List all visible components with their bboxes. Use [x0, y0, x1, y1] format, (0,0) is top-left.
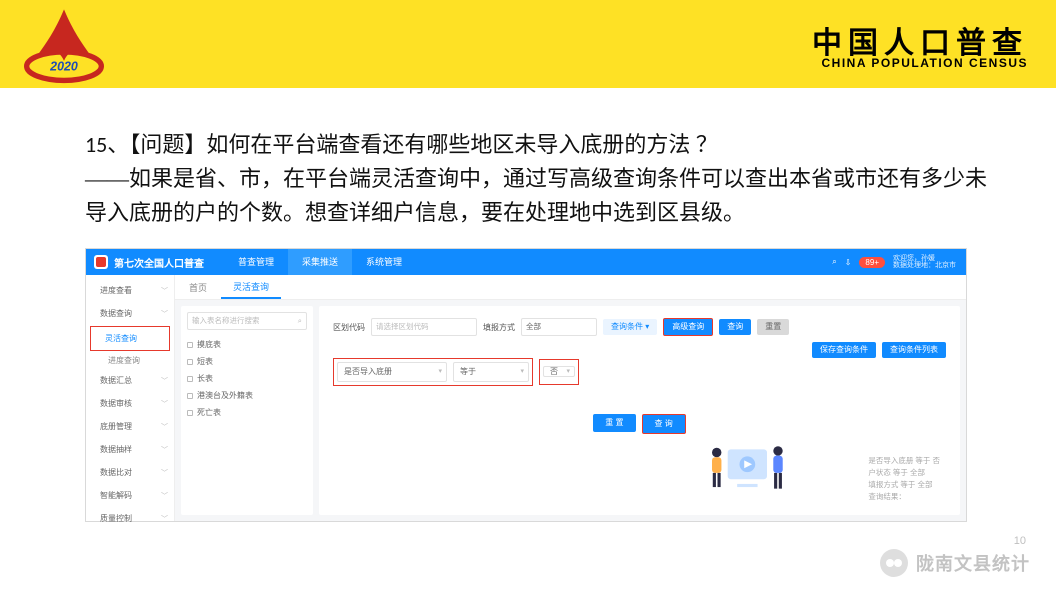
- chevron-down-icon: ﹀: [161, 309, 168, 319]
- label-area-code: 区划代码: [333, 322, 365, 333]
- notification-badge[interactable]: 89+: [859, 257, 885, 268]
- logo-year: 2020: [49, 60, 78, 74]
- summary-line-4: 查询结果：: [868, 491, 940, 503]
- crumb-home[interactable]: 首页: [175, 281, 221, 294]
- nav-data-query[interactable]: 数据查询﹀: [86, 302, 174, 325]
- tree-item[interactable]: 摸底表: [187, 336, 307, 353]
- tree-item[interactable]: 长表: [187, 370, 307, 387]
- table-tree: 输入表名称进行搜索 摸底表 短表 长表 港澳台及外籍表 死亡表: [181, 306, 313, 515]
- watermark: 陇南文县统计: [880, 549, 1030, 577]
- nav-progress-query[interactable]: 进度查询: [86, 352, 174, 369]
- user-location: 数据处理地：北京市: [893, 262, 956, 270]
- btn-query-cond[interactable]: 查询条件 ▾: [603, 319, 657, 335]
- label-fill-mode: 填报方式: [483, 322, 515, 333]
- left-nav: 进度查看﹀ 数据查询﹀ 灵活查询 进度查询 数据汇总﹀ 数据审核﹀ 底册管理﹀ …: [86, 275, 175, 521]
- question-tag: 【问题】: [129, 132, 206, 157]
- btn-reset[interactable]: 重置: [757, 319, 789, 335]
- nav-data-sample[interactable]: 数据抽样﹀: [86, 438, 174, 461]
- census-logo: 2020: [18, 4, 110, 84]
- select-value[interactable]: 否: [543, 366, 575, 377]
- tree-search-input[interactable]: 输入表名称进行搜索: [187, 312, 307, 330]
- chevron-down-icon: ﹀: [161, 514, 168, 524]
- app-screenshot: 第七次全国人口普查 普查管理 采集推送 系统管理 ⌕ ⇩ 89+ 欢迎您，孙媛 …: [85, 248, 967, 522]
- tree-item[interactable]: 短表: [187, 353, 307, 370]
- btn-query-2[interactable]: 查 询: [642, 414, 686, 434]
- question-number: 15、: [85, 131, 129, 158]
- select-operator[interactable]: 等于: [453, 362, 529, 382]
- chevron-down-icon: ﹀: [161, 286, 168, 296]
- tab-collect-push[interactable]: 采集推送: [288, 249, 352, 275]
- nav-register-manage[interactable]: 底册管理﹀: [86, 415, 174, 438]
- summary-line-3: 填报方式 等于 全部: [868, 479, 940, 491]
- query-summary: 是否导入底册 等于 否 户状态 等于 全部 填报方式 等于 全部 查询结果：: [868, 455, 940, 503]
- tree-item[interactable]: 港澳台及外籍表: [187, 387, 307, 404]
- btn-advanced-query[interactable]: 高级查询: [663, 318, 713, 336]
- form-illustration: [690, 433, 800, 507]
- app-title: 第七次全国人口普查: [114, 255, 204, 270]
- app-tabs: 普查管理 采集推送 系统管理: [224, 249, 416, 275]
- brand-title-en: CHINA POPULATION CENSUS: [821, 56, 1028, 70]
- question-answer: ——如果是省、市，在平台端灵活查询中，通过写高级查询条件可以查出本省或市还有多少…: [85, 166, 987, 225]
- btn-save-condition[interactable]: 保存查询条件: [812, 342, 876, 358]
- question-title: 如何在平台端查看还有哪些地区未导入底册的方法 ？: [206, 132, 718, 157]
- breadcrumb: 首页 灵活查询: [175, 275, 966, 300]
- nav-data-audit[interactable]: 数据审核﹀: [86, 392, 174, 415]
- chevron-down-icon: ﹀: [161, 399, 168, 409]
- nav-smart-decode[interactable]: 智能解码﹀: [86, 484, 174, 507]
- search-icon[interactable]: ⌕: [832, 257, 836, 267]
- btn-query[interactable]: 查询: [719, 319, 751, 335]
- summary-line-1: 是否导入底册 等于 否: [868, 455, 940, 467]
- query-form: 区划代码 请选择区划代码 填报方式 全部 查询条件 ▾ 高级查询 查询 重置 保…: [319, 306, 960, 515]
- nav-flexible-query[interactable]: 灵活查询: [90, 326, 170, 351]
- crumb-current[interactable]: 灵活查询: [221, 276, 281, 299]
- chevron-down-icon: ﹀: [161, 422, 168, 432]
- watermark-text: 陇南文县统计: [916, 550, 1030, 576]
- nav-quality-control[interactable]: 质量控制﹀: [86, 507, 174, 530]
- question-block: 15、【问题】如何在平台端查看还有哪些地区未导入底册的方法 ？ ——如果是省、市…: [85, 128, 1001, 230]
- select-field[interactable]: 是否导入底册: [337, 362, 447, 382]
- input-area-code[interactable]: 请选择区划代码: [371, 318, 477, 336]
- nav-progress-view[interactable]: 进度查看﹀: [86, 279, 174, 302]
- btn-condition-list[interactable]: 查询条件列表: [882, 342, 946, 358]
- tab-system-manage[interactable]: 系统管理: [352, 249, 416, 275]
- select-fill-mode[interactable]: 全部: [521, 318, 597, 336]
- chevron-down-icon: ﹀: [161, 468, 168, 478]
- chevron-down-icon: ﹀: [161, 491, 168, 501]
- summary-line-2: 户状态 等于 全部: [868, 467, 940, 479]
- census-banner: 2020 中国人口普查 CHINA POPULATION CENSUS: [0, 0, 1056, 88]
- tab-survey-manage[interactable]: 普查管理: [224, 249, 288, 275]
- page-number: 10: [1014, 535, 1026, 547]
- chevron-down-icon: ﹀: [161, 376, 168, 386]
- nav-data-compare[interactable]: 数据比对﹀: [86, 461, 174, 484]
- app-logo-icon: [94, 255, 108, 269]
- wechat-icon: [880, 549, 908, 577]
- help-icon[interactable]: ⇩: [845, 258, 852, 267]
- app-topbar: 第七次全国人口普查 普查管理 采集推送 系统管理 ⌕ ⇩ 89+ 欢迎您，孙媛 …: [86, 249, 966, 275]
- btn-reset-2[interactable]: 重 置: [593, 414, 635, 432]
- user-info: 欢迎您，孙媛 数据处理地：北京市: [893, 255, 956, 270]
- tree-item[interactable]: 死亡表: [187, 404, 307, 421]
- nav-data-summary[interactable]: 数据汇总﹀: [86, 369, 174, 392]
- chevron-down-icon: ﹀: [161, 445, 168, 455]
